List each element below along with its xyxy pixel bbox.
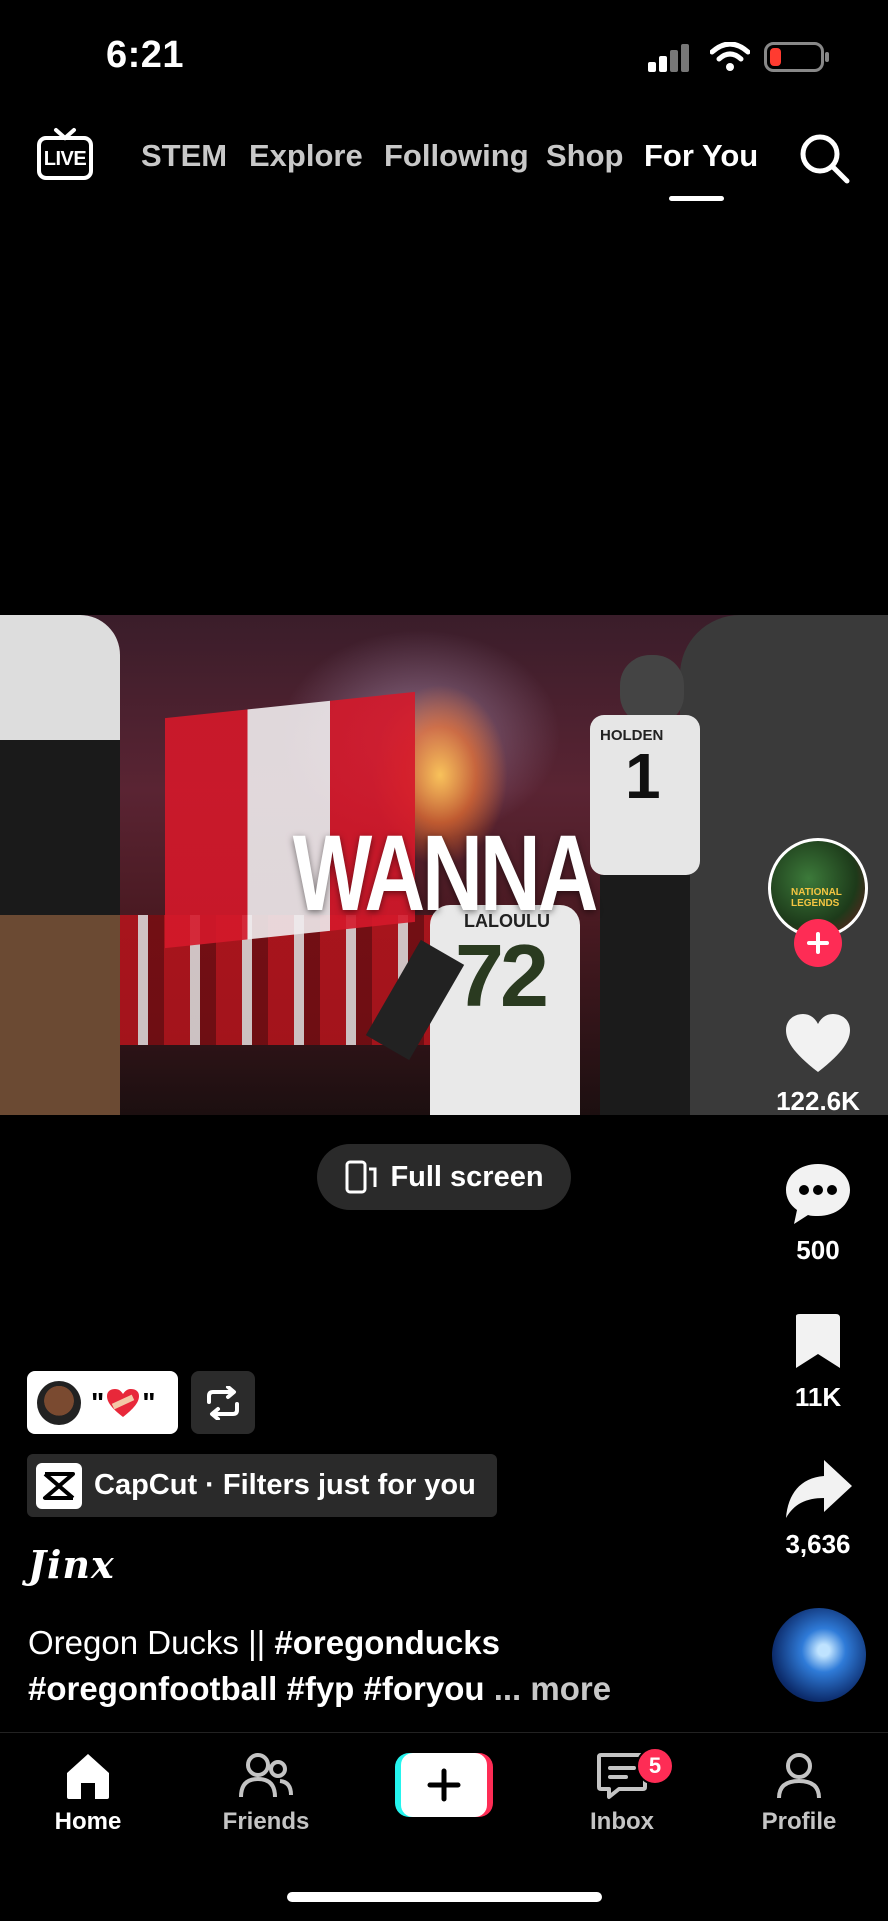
nav-inbox-label: Inbox — [590, 1808, 654, 1835]
live-label: LIVE — [43, 148, 87, 170]
nav-home-label: Home — [54, 1808, 122, 1835]
comment-count: 500 — [796, 1235, 840, 1265]
follow-button[interactable] — [794, 919, 842, 967]
battery-icon — [764, 42, 829, 72]
post-caption[interactable]: Oregon Ducks || #oregonducks #oregonfoot… — [28, 1620, 668, 1712]
comment-icon[interactable] — [784, 1162, 852, 1226]
music-disc[interactable] — [772, 1608, 866, 1702]
signal-icon — [648, 44, 692, 72]
creator-username[interactable]: Jinx — [28, 1542, 115, 1587]
share-count: 3,636 — [785, 1529, 851, 1559]
bookmark-icon[interactable] — [792, 1312, 844, 1370]
tab-following[interactable]: Following — [384, 138, 529, 174]
wifi-icon — [710, 42, 750, 71]
tab-for-you[interactable]: For You — [644, 138, 758, 174]
nav-friends-label: Friends — [222, 1808, 310, 1835]
save-count: 11K — [794, 1382, 842, 1412]
player-laloulu: LALOULU 72 — [365, 905, 590, 1115]
like-count: 122.6K — [776, 1086, 860, 1116]
video-overlay-text: WANNA — [292, 812, 599, 933]
sticker-quote-close: " — [142, 1386, 156, 1418]
sticker-avatar — [37, 1380, 81, 1425]
active-tab-indicator — [669, 196, 724, 201]
status-time: 6:21 — [106, 34, 185, 76]
nav-friends[interactable]: Friends — [196, 1751, 336, 1836]
tab-explore[interactable]: Explore — [249, 138, 363, 174]
sticker-quote-open: " — [91, 1386, 105, 1418]
like-heart-icon[interactable] — [784, 1012, 852, 1074]
repost-icon — [207, 1385, 239, 1420]
profile-icon — [777, 1753, 821, 1799]
fullscreen-button[interactable]: Full screen — [317, 1144, 571, 1210]
plus-icon — [427, 1768, 461, 1802]
repost-button[interactable] — [191, 1371, 255, 1434]
share-arrow-icon[interactable] — [784, 1458, 854, 1520]
heart-bandage-icon — [107, 1388, 140, 1417]
nav-profile-label: Profile — [761, 1808, 837, 1835]
tab-stem[interactable]: STEM — [141, 138, 227, 174]
friends-icon — [239, 1753, 293, 1798]
rotate-screen-icon — [345, 1160, 377, 1194]
fullscreen-label: Full screen — [390, 1160, 544, 1193]
inbox-badge: 5 — [636, 1747, 674, 1785]
capcut-label: CapCut · Filters just for you — [94, 1469, 476, 1501]
caption-more-link[interactable]: ... more — [494, 1670, 611, 1707]
live-button[interactable]: LIVE — [36, 126, 94, 184]
capcut-chip[interactable]: CapCut · Filters just for you — [27, 1454, 497, 1517]
home-indicator[interactable] — [287, 1892, 602, 1902]
nav-home[interactable]: Home — [18, 1751, 158, 1836]
video-player[interactable]: HOLDEN 1 LALOULU 72 WANNA — [0, 615, 888, 1115]
caption-text: Oregon Ducks || — [28, 1624, 275, 1661]
sticker-chip[interactable]: " " — [27, 1371, 178, 1434]
nav-inbox[interactable]: Inbox 5 — [552, 1747, 692, 1836]
hashtag[interactable]: #oregonducks — [274, 1624, 500, 1661]
plus-icon — [807, 932, 829, 954]
tab-shop[interactable]: Shop — [546, 138, 624, 174]
nav-create[interactable] — [374, 1753, 514, 1817]
nav-profile[interactable]: Profile — [729, 1751, 869, 1836]
create-button[interactable] — [395, 1753, 493, 1817]
capcut-icon — [36, 1462, 82, 1509]
home-icon — [67, 1754, 109, 1799]
hashtags[interactable]: #oregonfootball #fyp #foryou — [28, 1670, 485, 1707]
search-icon[interactable] — [798, 132, 852, 186]
